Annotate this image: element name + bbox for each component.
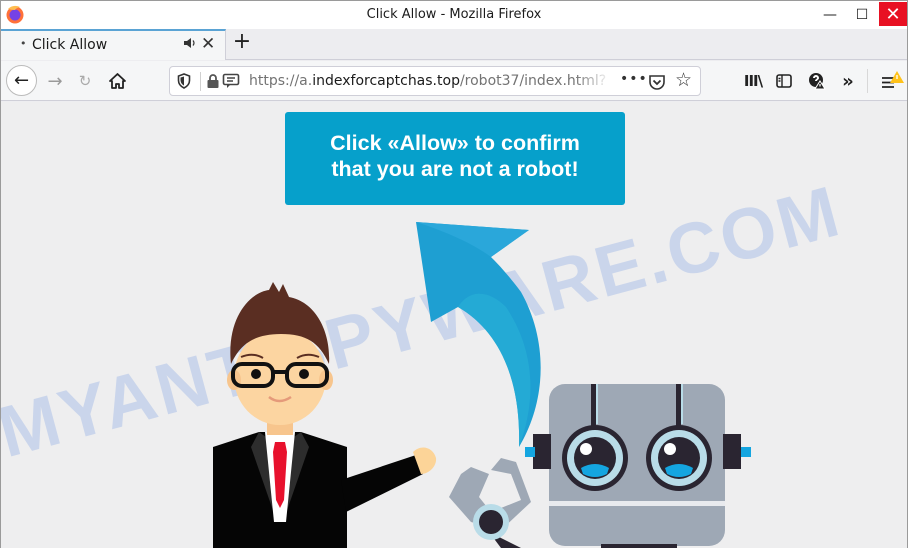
url-text[interactable]: https://a.indexforcaptchas.top/robot37/i… xyxy=(249,73,613,89)
library-button[interactable]: III\ xyxy=(742,70,764,92)
url-domain: indexforcaptchas.top xyxy=(312,73,460,89)
bookmark-star-button[interactable]: ☆ xyxy=(675,69,692,91)
businessman-graphic xyxy=(213,282,437,548)
page-actions-more-button[interactable]: ••• xyxy=(620,71,648,87)
home-icon xyxy=(108,73,126,89)
tab-indicator-dot: • xyxy=(20,37,27,50)
url-bar[interactable]: https://a.indexforcaptchas.top/robot37/i… xyxy=(169,66,701,96)
allow-instruction-banner: Click «Allow» to confirm that you are no… xyxy=(285,112,625,205)
robot-claw-graphic xyxy=(449,458,531,548)
tracking-warning-button[interactable] xyxy=(807,70,827,92)
tab-strip: • Click Allow ✕ + xyxy=(1,29,907,60)
new-tab-button[interactable]: + xyxy=(231,29,253,54)
back-button[interactable]: ← xyxy=(6,65,37,96)
hamburger-menu-icon xyxy=(882,71,904,88)
sidebar-icon xyxy=(776,74,792,88)
pocket-icon[interactable] xyxy=(648,73,666,91)
banner-line-1: Click «Allow» to confirm xyxy=(330,131,580,155)
shield-icon[interactable] xyxy=(177,73,191,89)
reload-button[interactable]: ↻ xyxy=(71,67,99,95)
url-fade xyxy=(575,69,620,93)
url-separator xyxy=(200,72,201,91)
speaker-icon[interactable] xyxy=(183,37,197,52)
app-menu-button[interactable] xyxy=(878,70,906,92)
curved-arrow-graphic xyxy=(416,222,541,447)
navigation-toolbar: ← → ↻ https://a.indexforcaptchas.top/rob… xyxy=(1,61,907,101)
browser-window: Click Allow - Mozilla Firefox — ☐ ✕ • Cl… xyxy=(0,0,908,548)
url-scheme: https://a. xyxy=(249,73,313,89)
tab-label: Click Allow xyxy=(32,37,108,53)
robot-graphic xyxy=(525,384,751,548)
sidebar-button[interactable] xyxy=(774,70,794,92)
notification-permission-icon[interactable] xyxy=(222,73,240,89)
minimize-button[interactable]: — xyxy=(815,1,845,28)
title-bar: Click Allow - Mozilla Firefox — ☐ ✕ xyxy=(1,1,907,29)
banner-line-2: that you are not a robot! xyxy=(331,157,579,181)
page-content: MYANTISPYWARE.COM Click «Allow» to confi… xyxy=(1,102,907,548)
home-button[interactable] xyxy=(103,67,131,95)
forward-button[interactable]: → xyxy=(41,67,69,95)
close-window-button[interactable]: ✕ xyxy=(879,2,907,26)
overflow-menu-button[interactable]: » xyxy=(838,70,858,92)
maximize-button[interactable]: ☐ xyxy=(847,1,877,28)
toolbar-separator xyxy=(867,69,868,93)
window-title: Click Allow - Mozilla Firefox xyxy=(366,7,542,22)
lock-icon[interactable] xyxy=(206,73,220,89)
tab-close-icon[interactable]: ✕ xyxy=(201,34,215,54)
tab-click-allow[interactable]: • Click Allow ✕ xyxy=(1,29,226,60)
tracking-warning-icon xyxy=(809,73,826,90)
